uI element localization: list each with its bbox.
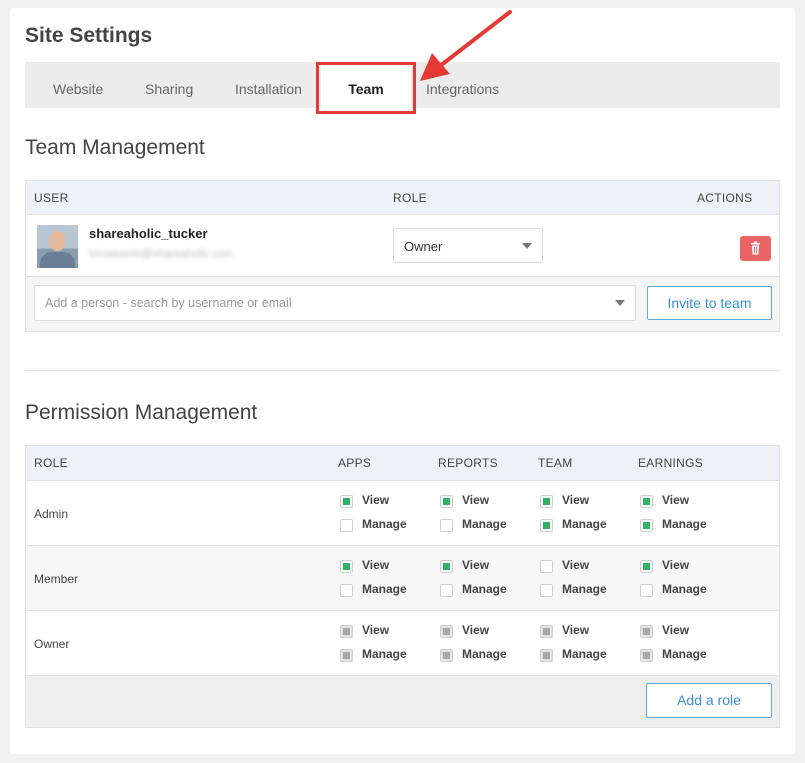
view-checkbox[interactable]	[540, 495, 553, 508]
manage-label: Manage	[462, 647, 507, 661]
manage-label: Manage	[662, 517, 707, 531]
column-header-user: USER	[34, 191, 69, 205]
column-header-earnings: EARNINGS	[638, 456, 704, 470]
manage-label: Manage	[362, 517, 407, 531]
permission-role-label: Admin	[34, 507, 69, 521]
manage-checkbox[interactable]	[440, 519, 453, 532]
role-select-value: Owner	[404, 239, 443, 254]
view-label: View	[462, 623, 490, 637]
view-label: View	[562, 558, 590, 572]
view-label: View	[662, 558, 690, 572]
manage-checkbox[interactable]	[340, 519, 353, 532]
add-person-placeholder: Add a person - search by username or ema…	[45, 296, 292, 310]
view-checkbox	[640, 625, 653, 638]
chevron-down-icon	[615, 300, 625, 306]
view-label: View	[662, 493, 690, 507]
permissions-footer: Add a role	[26, 676, 779, 727]
chevron-down-icon	[522, 242, 532, 249]
add-member-row: Add a person - search by username or ema…	[26, 277, 779, 332]
add-person-input[interactable]: Add a person - search by username or ema…	[34, 285, 636, 321]
page-title: Site Settings	[25, 24, 153, 47]
permission-management-title: Permission Management	[25, 401, 258, 424]
permissions-table-header: ROLE APPS REPORTS TEAM EARNINGS	[26, 446, 779, 481]
role-select[interactable]: Owner	[393, 228, 543, 263]
manage-checkbox[interactable]	[640, 519, 653, 532]
view-checkbox[interactable]	[340, 495, 353, 508]
view-checkbox	[540, 625, 553, 638]
permission-row: Member View Manage View Manage View Manage View…	[26, 546, 779, 611]
manage-label: Manage	[562, 582, 607, 596]
settings-panel: Site Settings Website Sharing Installati…	[10, 8, 795, 754]
manage-label: Manage	[362, 647, 407, 661]
permission-role-label: Member	[34, 572, 79, 586]
annotation-arrow-icon	[420, 10, 512, 81]
view-label: View	[362, 623, 390, 637]
view-checkbox[interactable]	[440, 495, 453, 508]
view-label: View	[562, 623, 590, 637]
manage-label: Manage	[562, 517, 607, 531]
trash-icon	[751, 241, 760, 255]
view-checkbox[interactable]	[340, 560, 353, 573]
manage-checkbox[interactable]	[340, 584, 353, 597]
view-label: View	[462, 493, 490, 507]
manage-checkbox	[640, 649, 653, 662]
manage-checkbox	[340, 649, 353, 662]
team-table-header: USER ROLE ACTIONS	[26, 181, 779, 215]
add-role-button[interactable]: Add a role	[646, 683, 772, 718]
column-header-role: ROLE	[393, 191, 427, 205]
avatar	[37, 225, 78, 268]
team-management-title: Team Management	[25, 136, 205, 159]
permission-row: Owner View Manage View Manage View Manage View M…	[26, 611, 779, 676]
column-header-apps: APPS	[338, 456, 372, 470]
view-label: View	[662, 623, 690, 637]
permission-role-label: Owner	[34, 637, 70, 651]
tab-team[interactable]: Team	[321, 62, 411, 108]
column-header-actions: ACTIONS	[697, 191, 753, 205]
tab-sharing[interactable]: Sharing	[145, 62, 193, 108]
member-username: shareaholic_tucker	[89, 226, 208, 241]
view-label: View	[362, 493, 390, 507]
permissions-table: ROLE APPS REPORTS TEAM EARNINGS Admin Vie…	[25, 445, 780, 728]
manage-checkbox[interactable]	[440, 584, 453, 597]
manage-checkbox[interactable]	[640, 584, 653, 597]
view-checkbox[interactable]	[540, 560, 553, 573]
column-header-role: ROLE	[34, 456, 68, 470]
team-table: USER ROLE ACTIONS shareaholic_tucker tri…	[25, 180, 780, 332]
view-label: View	[462, 558, 490, 572]
manage-checkbox[interactable]	[540, 584, 553, 597]
view-checkbox[interactable]	[640, 560, 653, 573]
view-checkbox	[440, 625, 453, 638]
manage-label: Manage	[662, 647, 707, 661]
manage-label: Manage	[462, 582, 507, 596]
manage-label: Manage	[362, 582, 407, 596]
tab-installation[interactable]: Installation	[235, 62, 302, 108]
view-label: View	[362, 558, 390, 572]
manage-label: Manage	[462, 517, 507, 531]
member-email: tricialeonlo@shareaholic.com	[89, 248, 233, 260]
tab-website[interactable]: Website	[53, 62, 103, 108]
view-checkbox[interactable]	[440, 560, 453, 573]
view-checkbox	[340, 625, 353, 638]
manage-checkbox[interactable]	[540, 519, 553, 532]
manage-label: Manage	[662, 582, 707, 596]
tab-bar: Website Sharing Installation Team Integr…	[25, 62, 780, 108]
column-header-reports: REPORTS	[438, 456, 498, 470]
view-checkbox[interactable]	[640, 495, 653, 508]
manage-checkbox	[440, 649, 453, 662]
team-member-row: shareaholic_tucker tricialeonlo@shareaho…	[26, 215, 779, 277]
column-header-team: TEAM	[538, 456, 573, 470]
manage-checkbox	[540, 649, 553, 662]
view-label: View	[562, 493, 590, 507]
permissions-rows: Admin View Manage View Manage View Manage View M…	[26, 481, 779, 676]
manage-label: Manage	[562, 647, 607, 661]
delete-member-button[interactable]	[740, 236, 771, 261]
section-divider	[25, 370, 780, 371]
permission-row: Admin View Manage View Manage View Manage View M…	[26, 481, 779, 546]
invite-to-team-button[interactable]: Invite to team	[647, 286, 772, 320]
